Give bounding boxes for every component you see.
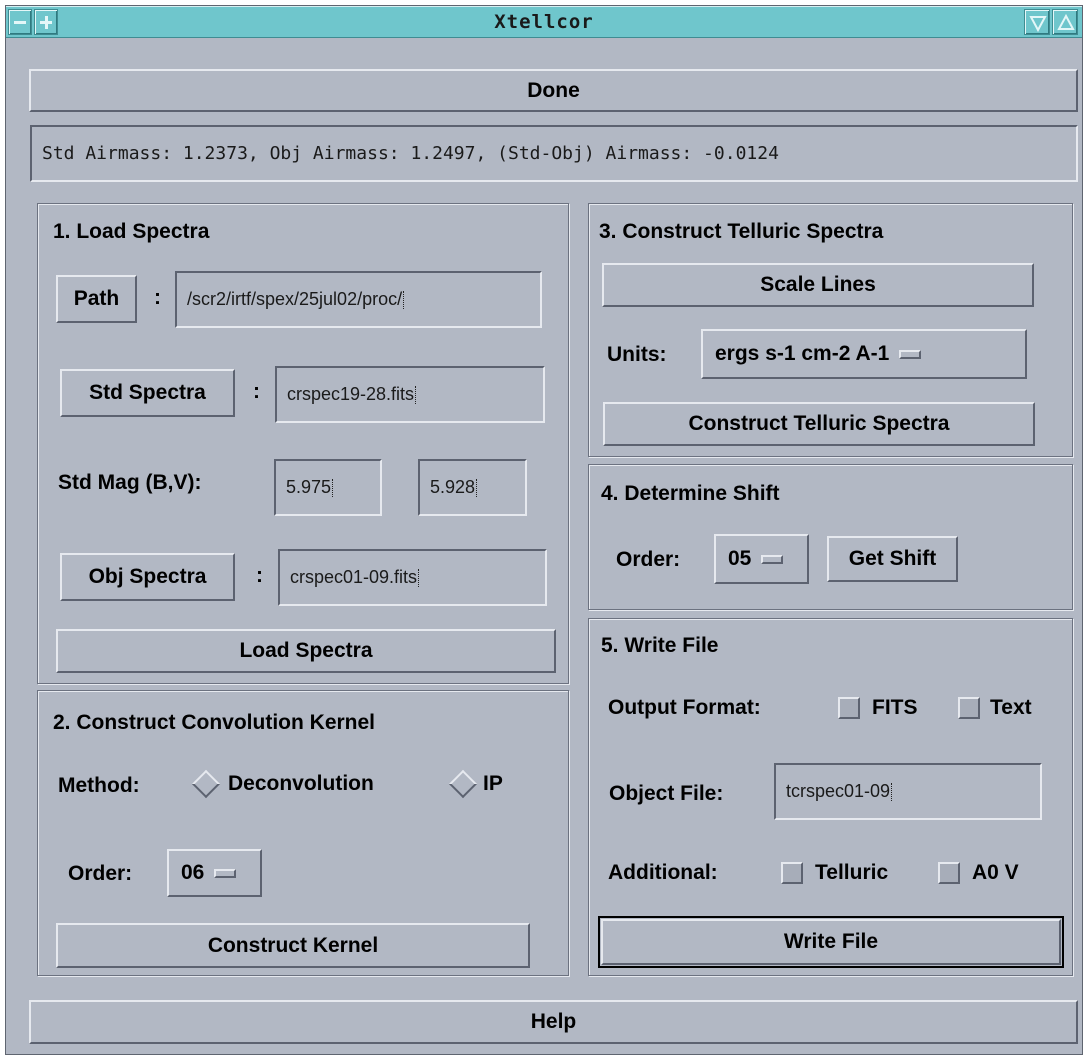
option-menu-icon [214,868,237,878]
text-caret [418,568,423,587]
down-triangle-icon [1029,16,1047,33]
kernel-order-label: Order: [68,862,133,885]
std-mag-b-input[interactable]: 5.975 [274,459,382,516]
output-format-label: Output Format: [608,696,761,719]
construct-kernel-button[interactable]: Construct Kernel [56,923,530,968]
object-file-label: Object File: [609,782,724,805]
additional-telluric-label: Telluric [815,861,889,884]
xtellcor-window: Xtellcor Done Std Airmass: 1.2373, Obj A… [5,5,1083,1055]
text-caret [332,478,337,497]
window-title: Xtellcor [494,11,594,33]
method-label: Method: [58,774,140,797]
shift-order-value: 05 [728,547,752,570]
title-bar[interactable]: Xtellcor [6,6,1082,38]
obj-spectra-value: crspec01-09.fits [290,567,418,587]
radio-diamond-icon [448,769,478,799]
kernel-order-value: 06 [181,861,205,884]
units-menu[interactable]: ergs s-1 cm-2 A-1 [701,329,1027,379]
method-deconvolution-radio[interactable]: Deconvolution [191,769,374,799]
path-input[interactable]: /scr2/irtf/spex/25jul02/proc/ [175,271,542,328]
std-spectra-input[interactable]: crspec19-28.fits [275,366,545,423]
write-file-title: 5. Write File [601,634,719,657]
method-ip-label: IP [483,772,503,795]
shift-title: 4. Determine Shift [601,482,780,505]
text-caret [403,290,408,309]
std-spectra-button[interactable]: Std Spectra [60,369,235,417]
kernel-title: 2. Construct Convolution Kernel [53,711,376,734]
option-menu-icon [761,554,784,564]
obj-colon: : [256,564,263,587]
additional-a0v-label: A0 V [972,861,1019,884]
text-caret [415,385,420,404]
std-colon: : [253,380,260,403]
method-deconvolution-label: Deconvolution [228,772,374,795]
units-value: ergs s-1 cm-2 A-1 [715,342,890,365]
additional-a0v-checkbox[interactable]: A0 V [938,861,1019,885]
std-mag-v-value: 5.928 [430,477,476,497]
format-fits-checkbox[interactable]: FITS [838,696,918,720]
path-value: /scr2/irtf/spex/25jul02/proc/ [187,289,403,309]
std-mag-b-value: 5.975 [286,477,332,497]
done-button[interactable]: Done [29,69,1078,112]
load-spectra-title: 1. Load Spectra [53,220,210,243]
text-caret [891,782,896,801]
construct-telluric-button[interactable]: Construct Telluric Spectra [603,402,1035,446]
obj-spectra-input[interactable]: crspec01-09.fits [278,549,547,606]
method-ip-radio[interactable]: IP [448,769,503,799]
load-spectra-button[interactable]: Load Spectra [56,629,556,673]
checkbox-icon [958,697,980,719]
format-text-label: Text [990,696,1032,719]
minimize-button[interactable] [1024,9,1050,35]
airmass-status-field: Std Airmass: 1.2373, Obj Airmass: 1.2497… [30,125,1078,182]
additional-telluric-checkbox[interactable]: Telluric [781,861,888,885]
additional-label: Additional: [608,861,718,884]
shift-order-label: Order: [616,548,681,571]
airmass-status-text: Std Airmass: 1.2373, Obj Airmass: 1.2497… [42,143,779,164]
text-caret [476,478,481,497]
checkbox-icon [838,697,860,719]
write-file-button[interactable]: Write File [598,916,1064,968]
radio-diamond-icon [191,769,221,799]
path-button[interactable]: Path [56,275,137,323]
kernel-order-menu[interactable]: 06 [167,849,262,897]
path-colon: : [154,286,161,309]
units-label: Units: [607,343,667,366]
obj-spectra-button[interactable]: Obj Spectra [60,553,235,601]
help-button[interactable]: Help [29,1000,1078,1044]
get-shift-button[interactable]: Get Shift [827,536,958,582]
std-spectra-value: crspec19-28.fits [287,384,415,404]
format-fits-label: FITS [872,696,918,719]
scale-lines-button[interactable]: Scale Lines [602,263,1034,307]
object-file-value: tcrspec01-09 [786,781,891,801]
checkbox-icon [938,862,960,884]
option-menu-icon [899,349,922,359]
std-mag-label: Std Mag (B,V): [58,471,202,494]
format-text-checkbox[interactable]: Text [958,696,1032,720]
shift-order-menu[interactable]: 05 [714,534,809,584]
object-file-input[interactable]: tcrspec01-09 [774,763,1042,820]
maximize-button[interactable] [1052,9,1078,35]
up-triangle-icon [1057,13,1075,30]
std-mag-v-input[interactable]: 5.928 [418,459,527,516]
telluric-title: 3. Construct Telluric Spectra [599,220,884,243]
checkbox-icon [781,862,803,884]
